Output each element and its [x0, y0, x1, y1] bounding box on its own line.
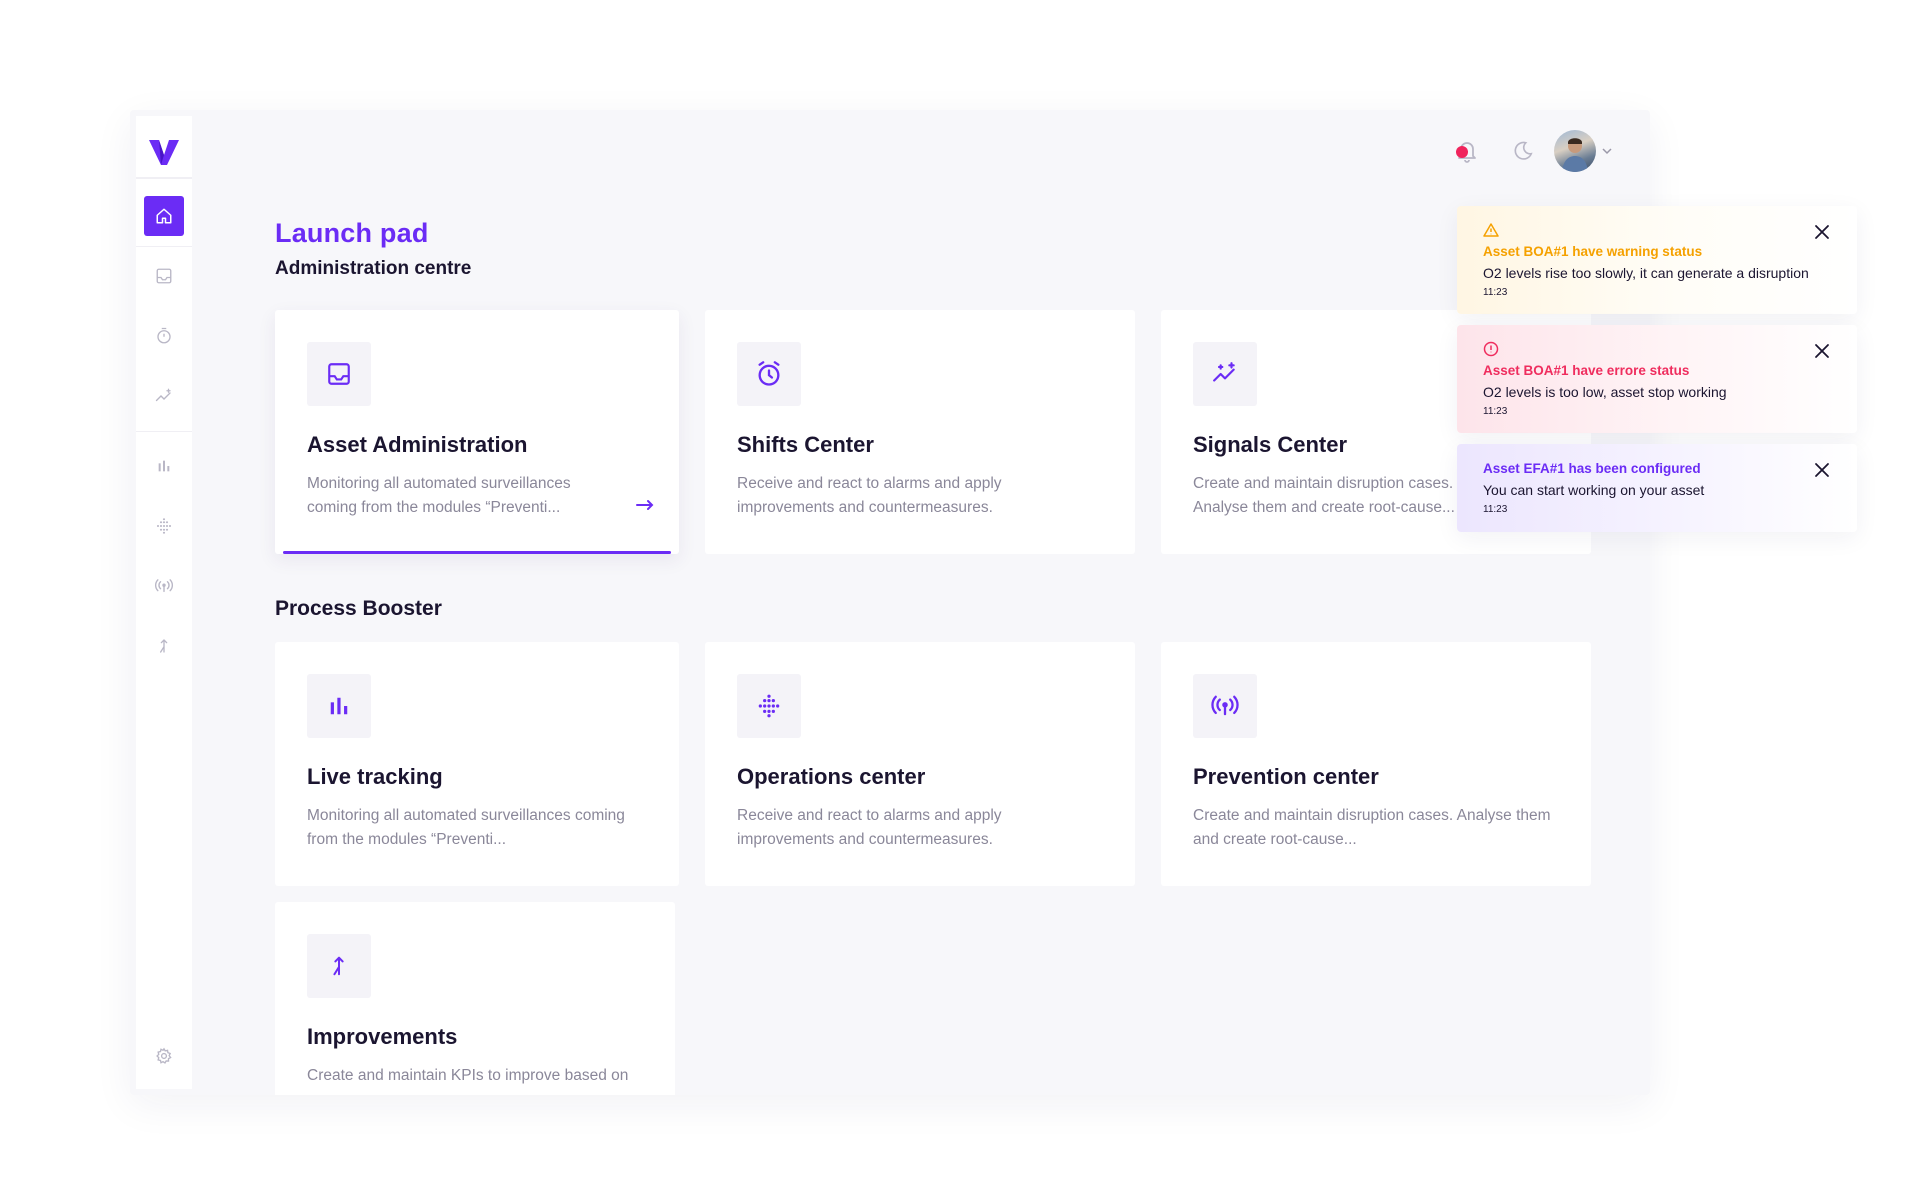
- sidebar-item-home[interactable]: [144, 196, 184, 236]
- notification-time: 11:23: [1483, 504, 1508, 515]
- sidebar-divider: [136, 431, 192, 432]
- logo[interactable]: [136, 126, 192, 178]
- sidebar-divider: [136, 246, 192, 247]
- broadcast-icon: [154, 579, 174, 593]
- notification-time: 11:23: [1483, 406, 1508, 417]
- avatar-image: [1562, 138, 1588, 172]
- card-icon-box: [307, 342, 371, 406]
- sidebar-item-inbox[interactable]: [144, 256, 184, 296]
- stopwatch-icon: [157, 327, 171, 344]
- alarm-clock-icon: [758, 361, 780, 386]
- card-asset-administration[interactable]: Asset Administration Monitoring all auto…: [275, 310, 679, 554]
- notification-title: Asset BOA#1 have errore status: [1483, 363, 1690, 378]
- dot-grid-icon: [156, 518, 172, 534]
- card-title: Operations center: [737, 764, 926, 789]
- avatar[interactable]: [1554, 130, 1596, 172]
- card-description: Receive and react to alarms and apply im…: [737, 475, 1002, 516]
- notification-title: Asset BOA#1 have warning status: [1483, 244, 1703, 259]
- card-description: Receive and react to alarms and apply im…: [737, 807, 1002, 848]
- sidebar-item-improvements[interactable]: [144, 626, 184, 666]
- bar-chart-icon: [158, 460, 170, 472]
- close-icon[interactable]: [1813, 342, 1831, 360]
- card-description: Create and maintain disruption cases. An…: [1193, 807, 1551, 848]
- card-live-tracking[interactable]: Live tracking Monitoring all automated s…: [275, 642, 679, 886]
- merge-arrow-icon: [333, 956, 344, 976]
- sidebar-item-timer[interactable]: [144, 316, 184, 356]
- sidebar-item-operations[interactable]: [144, 506, 184, 546]
- card-improvements[interactable]: Improvements Create and maintain KPIs to…: [275, 902, 675, 1095]
- notification-time: 11:23: [1483, 287, 1508, 298]
- home-icon: [156, 208, 172, 224]
- chevron-down-icon[interactable]: [1600, 144, 1614, 158]
- active-underline: [283, 551, 671, 554]
- card-description: Monitoring all automated surveillances c…: [307, 475, 571, 516]
- page-title: Launch pad: [275, 218, 429, 248]
- sidebar-item-settings[interactable]: [144, 1036, 184, 1076]
- error-icon: [1483, 341, 1499, 357]
- card-title: Prevention center: [1193, 764, 1379, 789]
- logo-icon: [149, 139, 179, 165]
- sidebar-item-live-tracking[interactable]: [144, 446, 184, 486]
- merge-arrow-icon: [160, 639, 168, 653]
- card-prevention-center[interactable]: Prevention center Create and maintain di…: [1161, 642, 1591, 886]
- broadcast-icon: [1211, 695, 1239, 716]
- card-title: Live tracking: [307, 764, 443, 789]
- section-title: Process Booster: [275, 597, 442, 620]
- close-icon[interactable]: [1813, 223, 1831, 241]
- notification-info: Asset EFA#1 has been configured You can …: [1457, 444, 1857, 532]
- notification-body: You can start working on your asset: [1483, 482, 1705, 498]
- notification-badge: [1456, 146, 1468, 158]
- notification-warning: Asset BOA#1 have warning status O2 level…: [1457, 206, 1857, 314]
- card-title: Asset Administration: [307, 432, 528, 457]
- sidebar-item-prevention[interactable]: [144, 566, 184, 606]
- card-description: Monitoring all automated surveillances c…: [307, 807, 625, 848]
- notification-body: O2 levels rise too slowly, it can genera…: [1483, 265, 1809, 281]
- gear-icon: [156, 1047, 172, 1064]
- card-icon-box: [1193, 342, 1257, 406]
- inbox-icon: [156, 268, 172, 284]
- card-description: Create and maintain KPIs to improve base…: [307, 1067, 629, 1084]
- card-icon-box: [307, 674, 371, 738]
- card-description: Create and maintain disruption cases. An…: [1193, 475, 1455, 516]
- notification-title: Asset EFA#1 has been configured: [1483, 461, 1701, 476]
- sparkle-trend-icon: [1213, 362, 1235, 382]
- card-title: Improvements: [307, 1024, 458, 1049]
- notification-error: Asset BOA#1 have errore status O2 levels…: [1457, 325, 1857, 433]
- moon-icon: [1514, 141, 1533, 160]
- bar-chart-icon: [330, 697, 348, 715]
- page-subtitle: Administration centre: [275, 258, 472, 279]
- close-icon[interactable]: [1813, 461, 1831, 479]
- card-icon-box: [737, 674, 801, 738]
- warning-icon: [1483, 223, 1499, 237]
- app-window: Launch pad Administration centre Asset A…: [130, 110, 1650, 1095]
- sidebar-divider: [136, 178, 192, 179]
- arrow-right-icon[interactable]: [635, 498, 655, 512]
- card-title: Shifts Center: [737, 432, 874, 457]
- inbox-icon: [328, 363, 350, 385]
- theme-toggle[interactable]: [1508, 136, 1538, 166]
- sidebar: [136, 116, 192, 1089]
- card-shifts-center[interactable]: Shifts Center Receive and react to alarm…: [705, 310, 1135, 554]
- card-operations-center[interactable]: Operations center Receive and react to a…: [705, 642, 1135, 886]
- card-icon-box: [737, 342, 801, 406]
- sidebar-item-signals[interactable]: [144, 376, 184, 416]
- card-title: Signals Center: [1193, 432, 1348, 457]
- sparkle-trend-icon: [155, 388, 171, 402]
- dot-grid-icon: [758, 694, 780, 718]
- card-icon-box: [1193, 674, 1257, 738]
- notification-body: O2 levels is too low, asset stop working: [1483, 384, 1727, 400]
- card-icon-box: [307, 934, 371, 998]
